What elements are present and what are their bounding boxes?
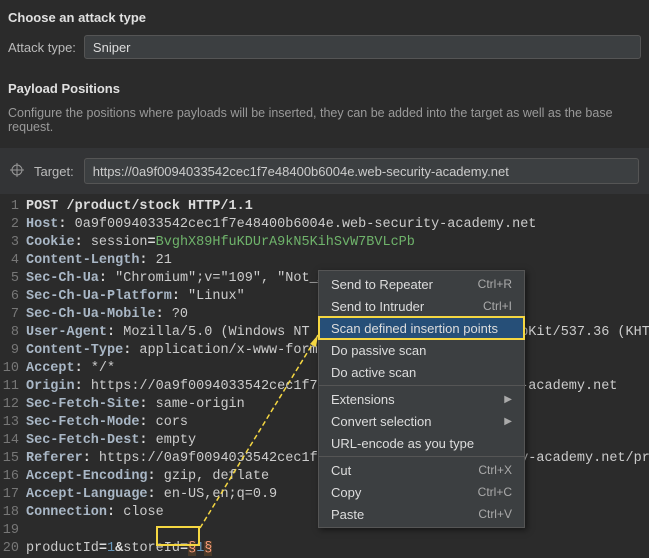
- payload-positions-desc: Configure the positions where payloads w…: [8, 106, 641, 134]
- menu-item-label: Do active scan: [331, 365, 416, 380]
- menu-item-do-passive-scan[interactable]: Do passive scan: [319, 339, 524, 361]
- menu-item-label: Paste: [331, 507, 364, 522]
- line-number: 9: [0, 342, 26, 360]
- line-number: 18: [0, 504, 26, 522]
- editor-line[interactable]: 4Content-Length: 21: [0, 252, 649, 270]
- menu-item-copy[interactable]: Copy Ctrl+C: [319, 481, 524, 503]
- line-number: 20: [0, 540, 26, 558]
- menu-item-label: URL-encode as you type: [331, 436, 474, 451]
- line-number: 2: [0, 216, 26, 234]
- line-number: 16: [0, 468, 26, 486]
- line-number: 4: [0, 252, 26, 270]
- line-content: Sec-Fetch-Mode: cors: [26, 414, 188, 432]
- line-number: 15: [0, 450, 26, 468]
- menu-item-send-to-intruder[interactable]: Send to Intruder Ctrl+I: [319, 295, 524, 317]
- line-number: 6: [0, 288, 26, 306]
- attack-type-section: Choose an attack type Attack type: Snipe…: [0, 0, 649, 63]
- editor-line[interactable]: 3Cookie: session=BvghX89HfuKDUrA9kN5KihS…: [0, 234, 649, 252]
- target-input[interactable]: https://0a9f0094033542cec1f7e48400b6004e…: [84, 158, 639, 184]
- payload-positions-title: Payload Positions: [8, 81, 641, 96]
- line-number: 10: [0, 360, 26, 378]
- line-number: 17: [0, 486, 26, 504]
- line-content: Sec-Fetch-Site: same-origin: [26, 396, 245, 414]
- line-number: 13: [0, 414, 26, 432]
- menu-item-extensions[interactable]: Extensions ▶: [319, 388, 524, 410]
- menu-item-label: Extensions: [331, 392, 395, 407]
- line-content: Sec-Ch-Ua-Platform: "Linux": [26, 288, 245, 306]
- context-menu: Send to Repeater Ctrl+R Send to Intruder Ct…: [318, 270, 525, 528]
- menu-shortcut: Ctrl+C: [478, 485, 512, 499]
- line-content: Content-Length: 21: [26, 252, 172, 270]
- chevron-right-icon: ▶: [504, 394, 512, 405]
- line-number: 1: [0, 198, 26, 216]
- line-content: Accept: */*: [26, 360, 115, 378]
- line-number: 12: [0, 396, 26, 414]
- line-number: 5: [0, 270, 26, 288]
- line-number: 8: [0, 324, 26, 342]
- attack-type-title: Choose an attack type: [8, 10, 641, 25]
- menu-separator: [319, 385, 524, 386]
- menu-item-send-to-repeater[interactable]: Send to Repeater Ctrl+R: [319, 273, 524, 295]
- menu-item-cut[interactable]: Cut Ctrl+X: [319, 459, 524, 481]
- line-number: 7: [0, 306, 26, 324]
- menu-shortcut: Ctrl+V: [478, 507, 512, 521]
- menu-item-scan-defined-insertion-points[interactable]: Scan defined insertion points: [319, 317, 524, 339]
- editor-line[interactable]: 20productId=1&storeId=§1§: [0, 540, 649, 558]
- line-content: Connection: close: [26, 504, 164, 522]
- line-content: Accept-Language: en-US,en;q=0.9: [26, 486, 277, 504]
- payload-positions-section: Payload Positions Configure the position…: [0, 63, 649, 138]
- menu-item-paste[interactable]: Paste Ctrl+V: [319, 503, 524, 525]
- line-content: Cookie: session=BvghX89HfuKDUrA9kN5KihSv…: [26, 234, 415, 252]
- menu-shortcut: Ctrl+X: [478, 463, 512, 477]
- target-label: Target:: [34, 164, 74, 179]
- line-number: 3: [0, 234, 26, 252]
- line-number: 14: [0, 432, 26, 450]
- menu-item-label: Cut: [331, 463, 351, 478]
- line-content: Sec-Fetch-Dest: empty: [26, 432, 196, 450]
- line-content: POST /product/stock HTTP/1.1: [26, 198, 253, 216]
- menu-item-label: Convert selection: [331, 414, 431, 429]
- line-number: 11: [0, 378, 26, 396]
- target-value: https://0a9f0094033542cec1f7e48400b6004e…: [93, 164, 509, 179]
- target-row: Target: https://0a9f0094033542cec1f7e484…: [0, 148, 649, 194]
- payload-marker-highlight: [156, 526, 200, 546]
- chevron-right-icon: ▶: [504, 416, 512, 427]
- menu-item-label: Scan defined insertion points: [331, 321, 498, 336]
- menu-item-convert-selection[interactable]: Convert selection ▶: [319, 410, 524, 432]
- attack-type-label: Attack type:: [8, 40, 76, 55]
- menu-shortcut: Ctrl+I: [483, 299, 512, 313]
- editor-line[interactable]: 1POST /product/stock HTTP/1.1: [0, 198, 649, 216]
- line-content: Sec-Ch-Ua-Mobile: ?0: [26, 306, 188, 324]
- menu-item-label: Do passive scan: [331, 343, 426, 358]
- menu-item-do-active-scan[interactable]: Do active scan: [319, 361, 524, 383]
- menu-item-label: Send to Repeater: [331, 277, 433, 292]
- crosshair-icon[interactable]: [10, 163, 24, 180]
- menu-shortcut: Ctrl+R: [478, 277, 512, 291]
- menu-item-label: Copy: [331, 485, 361, 500]
- attack-type-value: Sniper: [93, 40, 131, 55]
- line-number: 19: [0, 522, 26, 540]
- menu-item-label: Send to Intruder: [331, 299, 424, 314]
- editor-line[interactable]: 2Host: 0a9f0094033542cec1f7e48400b6004e.…: [0, 216, 649, 234]
- menu-separator: [319, 456, 524, 457]
- line-content: Host: 0a9f0094033542cec1f7e48400b6004e.w…: [26, 216, 536, 234]
- line-content: Accept-Encoding: gzip, deflate: [26, 468, 269, 486]
- menu-item-url-encode-as-you-type[interactable]: URL-encode as you type: [319, 432, 524, 454]
- attack-type-select[interactable]: Sniper: [84, 35, 641, 59]
